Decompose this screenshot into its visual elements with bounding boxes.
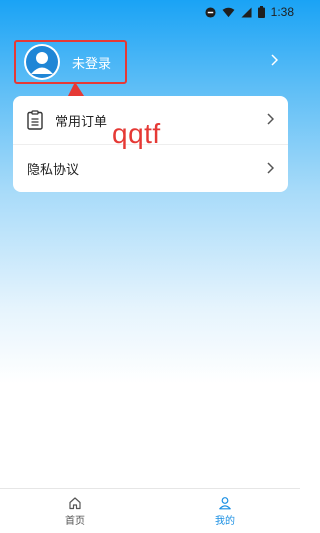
login-entry[interactable]: 未登录 [14,40,128,84]
default-avatar-icon [26,46,58,78]
tab-home[interactable]: 首页 [0,489,150,533]
tab-mine[interactable]: 我的 [150,489,300,533]
avatar [24,44,60,80]
menu-item-privacy-label: 隐私协议 [27,162,80,177]
clipboard-icon [27,110,43,130]
menu-item-orders-label: 常用订单 [55,113,108,129]
do-not-disturb-icon [205,6,216,18]
bottom-tab-bar: 首页 我的 [0,488,300,533]
status-bar: 1:38 [0,0,300,24]
home-icon [69,496,81,509]
chevron-right-icon [271,54,278,66]
chevron-right-icon [267,113,274,125]
menu-item-privacy[interactable]: 隐私协议 [13,144,288,192]
user-icon [219,496,231,509]
login-status-label: 未登录 [72,55,112,71]
annotation-text: qqtf [112,118,161,149]
chevron-right-icon [267,162,274,174]
battery-icon [257,6,265,18]
wifi-icon [222,7,235,17]
profile-row[interactable]: 未登录 [14,38,290,86]
status-time: 1:38 [270,5,294,19]
tab-mine-label: 我的 [215,515,235,527]
tab-home-label: 首页 [65,515,85,527]
signal-icon [241,6,252,18]
